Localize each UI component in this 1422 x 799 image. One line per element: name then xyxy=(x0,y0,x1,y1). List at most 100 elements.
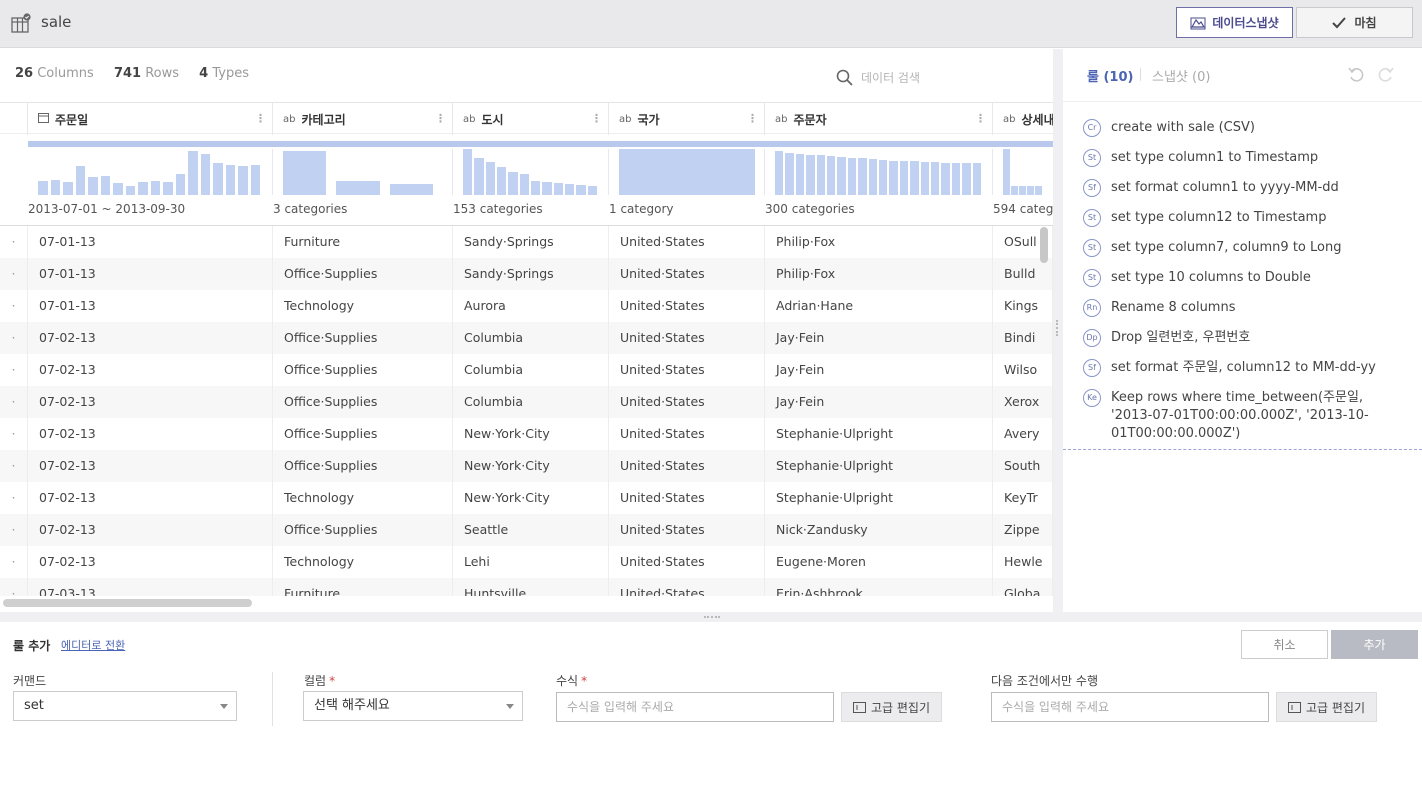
table-cell[interactable]: New·York·City xyxy=(453,450,609,482)
switch-to-editor-link[interactable]: 에디터로 전환 xyxy=(61,637,125,653)
histogram-bar[interactable] xyxy=(889,160,898,195)
table-cell[interactable]: 07-01-13 xyxy=(28,258,273,290)
column-menu-icon[interactable]: ⋮ xyxy=(591,112,602,125)
rule-item[interactable]: Dp Drop 일련번호, 우편번호 xyxy=(1063,325,1422,355)
histogram-bar[interactable] xyxy=(858,158,867,195)
histogram-bar[interactable] xyxy=(1027,185,1034,195)
histogram-bar[interactable] xyxy=(497,167,507,195)
table-cell[interactable]: Lehi xyxy=(453,546,609,578)
table-cell[interactable]: Stephanie·Ulpright xyxy=(765,418,993,450)
table-cell[interactable]: Erin·Ashbrook xyxy=(765,578,993,596)
table-cell[interactable]: Office·Supplies xyxy=(273,514,453,546)
table-cell[interactable]: United·States xyxy=(609,354,765,386)
table-cell[interactable]: South xyxy=(993,450,1053,482)
table-cell[interactable]: Philip·Fox xyxy=(765,258,993,290)
histogram-bar[interactable] xyxy=(1003,149,1010,195)
rule-item[interactable]: Cr create with sale (CSV) xyxy=(1063,115,1422,145)
table-cell[interactable]: Kings xyxy=(993,290,1053,322)
table-cell[interactable]: Zippe xyxy=(993,514,1053,546)
histogram-bar[interactable] xyxy=(619,149,755,195)
histogram-bar[interactable] xyxy=(150,180,160,195)
table-cell[interactable]: Avery xyxy=(993,418,1053,450)
histogram-bar[interactable] xyxy=(576,184,586,195)
histogram-bar[interactable] xyxy=(50,180,60,195)
table-cell[interactable]: United·States xyxy=(609,482,765,514)
histogram-detail[interactable] xyxy=(993,149,1053,195)
histogram-bar[interactable] xyxy=(1035,185,1042,195)
table-row[interactable]: · 07-02-13 Office·Supplies Seattle United·St… xyxy=(0,514,1053,546)
histogram-country[interactable] xyxy=(609,149,765,195)
histogram-bar[interactable] xyxy=(931,161,940,195)
histogram-bar[interactable] xyxy=(200,153,210,195)
table-cell[interactable]: Nick·Zandusky xyxy=(765,514,993,546)
table-cell[interactable]: 07-01-13 xyxy=(28,226,273,258)
table-cell[interactable]: United·States xyxy=(609,546,765,578)
table-cell[interactable]: 07-02-13 xyxy=(28,354,273,386)
table-cell[interactable]: Technology xyxy=(273,482,453,514)
table-cell[interactable]: 07-01-13 xyxy=(28,290,273,322)
table-row[interactable]: · 07-02-13 Office·Supplies Columbia United·S… xyxy=(0,322,1053,354)
table-cell[interactable]: United·States xyxy=(609,226,765,258)
splitter-handle-icon[interactable] xyxy=(1056,320,1059,336)
histogram-bar[interactable] xyxy=(531,181,541,195)
rule-item[interactable]: St set type 10 columns to Double xyxy=(1063,265,1422,295)
table-cell[interactable]: Columbia xyxy=(453,322,609,354)
histogram-category[interactable] xyxy=(273,149,453,195)
table-cell[interactable]: United·States xyxy=(609,258,765,290)
column-header-detail[interactable]: ab 상세내 xyxy=(993,103,1053,135)
histogram-bar[interactable] xyxy=(951,162,961,195)
table-cell[interactable]: Office·Supplies xyxy=(273,322,453,354)
histogram-bar[interactable] xyxy=(827,155,836,195)
table-cell[interactable]: Hewle xyxy=(993,546,1053,578)
histogram-bar[interactable] xyxy=(816,155,825,195)
table-cell[interactable]: Aurora xyxy=(453,290,609,322)
table-cell[interactable]: Sandy·Springs xyxy=(453,226,609,258)
formula-input[interactable]: 수식을 입력해 주세요 xyxy=(556,692,834,722)
table-cell[interactable]: Sandy·Springs xyxy=(453,258,609,290)
rule-item[interactable]: St set type column1 to Timestamp xyxy=(1063,145,1422,175)
vertical-scrollbar[interactable] xyxy=(1040,227,1048,263)
histogram-order-date[interactable] xyxy=(28,149,273,195)
table-row[interactable]: · 07-03-13 Furniture Huntsville United·State… xyxy=(0,578,1053,596)
rule-item[interactable]: Sf set format column1 to yyyy-MM-dd xyxy=(1063,175,1422,205)
histogram-bar[interactable] xyxy=(250,165,260,195)
table-cell[interactable]: New·York·City xyxy=(453,482,609,514)
tab-snapshots[interactable]: 스냅샷 (0) xyxy=(1152,66,1210,85)
condition-advanced-editor-button[interactable]: 고급 편집기 xyxy=(1276,692,1377,722)
table-cell[interactable]: Furniture xyxy=(273,578,453,596)
column-header-category[interactable]: ab 카테고리 ⋮ xyxy=(273,103,453,135)
histogram-bar[interactable] xyxy=(587,185,597,195)
histogram-bar[interactable] xyxy=(138,182,148,195)
histogram-bar[interactable] xyxy=(565,183,575,195)
data-search[interactable]: 데이터 검색 xyxy=(836,66,1036,88)
table-row[interactable]: · 07-02-13 Technology New·York·City United·S… xyxy=(0,482,1053,514)
histogram-bar[interactable] xyxy=(1019,185,1026,195)
histogram-bar[interactable] xyxy=(775,151,784,195)
histogram-bar[interactable] xyxy=(188,151,198,195)
table-cell[interactable]: Office·Supplies xyxy=(273,450,453,482)
histogram-bar[interactable] xyxy=(837,157,846,195)
table-row[interactable]: · 07-02-13 Office·Supplies New·York·City Uni… xyxy=(0,450,1053,482)
search-input[interactable]: 데이터 검색 xyxy=(861,69,920,86)
histogram-bar[interactable] xyxy=(553,183,563,195)
histogram-bar[interactable] xyxy=(879,160,888,195)
histogram-bar[interactable] xyxy=(175,173,185,195)
column-menu-icon[interactable]: ⋮ xyxy=(747,112,758,125)
table-cell[interactable]: Adrian·Hane xyxy=(765,290,993,322)
table-cell[interactable]: Eugene·Moren xyxy=(765,546,993,578)
histogram-bar[interactable] xyxy=(806,154,815,195)
table-cell[interactable]: Technology xyxy=(273,290,453,322)
column-header-order-date[interactable]: 주문일 ⋮ xyxy=(28,103,273,135)
table-cell[interactable]: Philip·Fox xyxy=(765,226,993,258)
histogram-bar[interactable] xyxy=(785,152,794,195)
histogram-bar[interactable] xyxy=(972,162,981,195)
command-select[interactable]: set xyxy=(13,691,237,721)
table-cell[interactable]: Stephanie·Ulpright xyxy=(765,482,993,514)
histogram-bar[interactable] xyxy=(213,163,223,195)
cancel-button[interactable]: 취소 xyxy=(1241,630,1328,659)
table-row[interactable]: · 07-02-13 Office·Supplies Columbia United·S… xyxy=(0,354,1053,386)
histogram-bar[interactable] xyxy=(1011,185,1018,195)
histogram-bar[interactable] xyxy=(485,161,495,195)
rule-item[interactable]: Sf set format 주문일, column12 to MM-dd-yy xyxy=(1063,355,1422,385)
column-select[interactable]: 선택 해주세요 xyxy=(303,691,523,721)
